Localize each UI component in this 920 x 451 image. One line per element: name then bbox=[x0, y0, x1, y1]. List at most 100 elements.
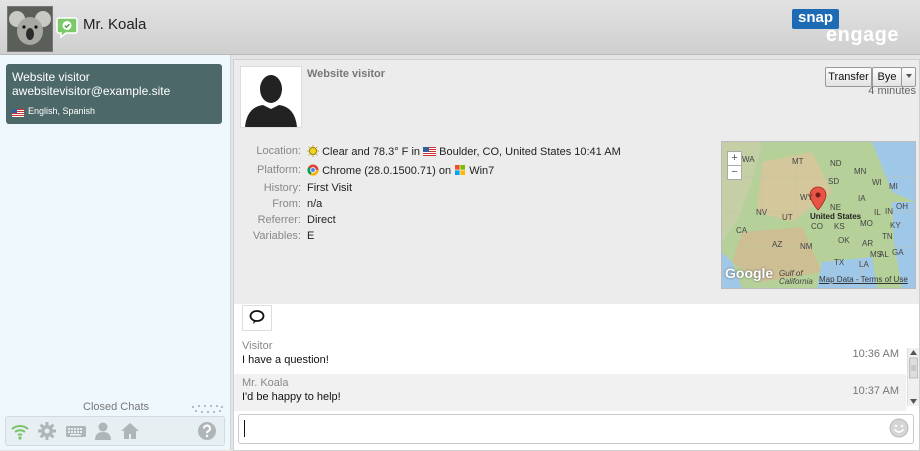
browser-text: Chrome (28.0.1500.71) on bbox=[322, 165, 452, 177]
help-icon[interactable] bbox=[197, 421, 217, 441]
state-label: MT bbox=[792, 157, 804, 166]
map-zoom-in-button[interactable]: + bbox=[727, 151, 742, 166]
message-author: Mr. Koala bbox=[242, 377, 289, 389]
map-zoom-out-button[interactable]: − bbox=[727, 165, 742, 180]
state-label: IL bbox=[874, 208, 881, 217]
person-icon[interactable] bbox=[93, 421, 113, 441]
transfer-button[interactable]: Transfer bbox=[825, 67, 872, 87]
visitor-info-panel: Website visitor Transfer Bye 4 minutes L… bbox=[234, 60, 919, 304]
message-text: I have a question! bbox=[242, 354, 329, 366]
brand-logo-engage: engage bbox=[826, 24, 900, 46]
state-label: AR bbox=[862, 239, 874, 248]
online-status-icon[interactable] bbox=[56, 16, 78, 39]
chat-message: Mr. Koala I'd be happy to help! 10:37 AM bbox=[234, 374, 906, 411]
chat-card-email: awebsitevisitor@example.site bbox=[12, 84, 171, 98]
state-label: LA bbox=[859, 260, 869, 269]
variables-value: E bbox=[307, 230, 315, 242]
message-time: 10:36 AM bbox=[852, 348, 899, 360]
text-caret bbox=[244, 420, 245, 437]
us-flag-icon bbox=[423, 147, 437, 159]
message-author: Visitor bbox=[242, 340, 273, 352]
chat-message: Visitor I have a question! 10:36 AM bbox=[234, 337, 906, 374]
state-label: OK bbox=[838, 236, 850, 245]
state-label: CO bbox=[811, 222, 823, 231]
variables-label: Variables: bbox=[252, 230, 301, 242]
state-label: MN bbox=[854, 167, 867, 176]
visitor-avatar bbox=[240, 66, 302, 128]
referrer-label: Referrer: bbox=[257, 214, 301, 226]
state-label: IA bbox=[858, 194, 866, 203]
state-label: CA bbox=[736, 226, 748, 235]
state-label: NV bbox=[756, 208, 768, 217]
us-flag-icon bbox=[12, 106, 24, 117]
map-gulf-label: Gulf of California bbox=[779, 269, 813, 286]
location-label: Location: bbox=[256, 145, 301, 157]
map-attribution: Map Data - Terms of Use bbox=[819, 275, 908, 284]
platform-label: Platform: bbox=[256, 164, 301, 176]
state-label: TX bbox=[834, 258, 845, 267]
map-data-link[interactable]: Map Data bbox=[819, 275, 854, 284]
speech-bubble-icon bbox=[249, 309, 265, 328]
state-label: WA bbox=[742, 155, 755, 164]
wifi-icon[interactable] bbox=[10, 421, 30, 441]
state-label: OH bbox=[896, 202, 908, 211]
state-label: AL bbox=[879, 250, 889, 259]
home-icon[interactable] bbox=[120, 421, 140, 441]
state-label: SD bbox=[828, 177, 840, 186]
state-label: UT bbox=[782, 213, 793, 222]
location-place: Boulder, CO, United States 10:41 AM bbox=[439, 146, 621, 158]
chat-sidebar: Website visitor awebsitevisitor@example.… bbox=[0, 55, 231, 450]
message-text: I'd be happy to help! bbox=[242, 391, 341, 403]
state-label: WI bbox=[872, 178, 882, 187]
message-input[interactable] bbox=[238, 414, 914, 444]
google-logo: Google bbox=[725, 265, 774, 281]
chat-card-languages: English, Spanish bbox=[28, 106, 96, 116]
sidebar-toolbar bbox=[5, 416, 225, 446]
top-header: Mr. Koala snap engage bbox=[0, 0, 920, 55]
referrer-value: Direct bbox=[307, 214, 336, 226]
messages-scrollbar[interactable] bbox=[907, 348, 919, 406]
state-label: IN bbox=[885, 207, 893, 216]
from-value: n/a bbox=[307, 198, 323, 210]
state-label: NE bbox=[830, 203, 842, 212]
location-value: Clear and 78.3° F in Boulder, CO, United… bbox=[307, 145, 621, 160]
chat-duration: 4 minutes bbox=[868, 85, 916, 97]
bye-button[interactable]: Bye bbox=[872, 67, 902, 87]
state-label: MO bbox=[860, 219, 873, 228]
keyboard-icon[interactable] bbox=[65, 421, 86, 441]
visitor-title: Website visitor bbox=[307, 68, 386, 80]
active-chat-card[interactable]: Website visitor awebsitevisitor@example.… bbox=[6, 64, 222, 124]
chat-card-title: Website visitor bbox=[12, 70, 90, 84]
platform-value: Chrome (28.0.1500.71) on Win7 bbox=[307, 164, 494, 179]
agent-name: Mr. Koala bbox=[83, 16, 147, 33]
state-label: KY bbox=[890, 221, 901, 230]
from-label: From: bbox=[272, 198, 301, 210]
state-label: ND bbox=[830, 159, 842, 168]
chevron-down-icon bbox=[905, 71, 913, 83]
os-text: Win7 bbox=[469, 165, 495, 177]
message-time: 10:37 AM bbox=[852, 385, 899, 397]
more-options-button[interactable] bbox=[901, 67, 916, 87]
weather-text: Clear and 78.3° F in bbox=[322, 146, 421, 158]
sun-icon bbox=[307, 145, 319, 160]
windows-icon bbox=[454, 164, 466, 179]
chat-toggle-button[interactable] bbox=[242, 305, 272, 331]
chrome-icon bbox=[307, 164, 319, 179]
history-value: First Visit bbox=[307, 182, 353, 194]
resize-dots-icon[interactable] bbox=[190, 403, 224, 415]
agent-avatar[interactable] bbox=[7, 6, 53, 52]
state-label: TN bbox=[882, 232, 893, 241]
map-country-label: United States bbox=[810, 212, 862, 221]
history-label: History: bbox=[263, 182, 301, 194]
state-label: GA bbox=[892, 248, 904, 257]
terms-of-use-link[interactable]: Terms of Use bbox=[861, 275, 908, 284]
state-label: AZ bbox=[772, 240, 783, 249]
state-label: NM bbox=[800, 242, 813, 251]
state-label: KS bbox=[834, 222, 845, 231]
closed-chats-label[interactable]: Closed Chats bbox=[83, 401, 149, 413]
state-label: MI bbox=[889, 182, 898, 191]
visitor-location-map[interactable]: + − WA MT ND MN WI MI SD WY IA NE NV UT … bbox=[721, 141, 916, 289]
smiley-icon[interactable] bbox=[889, 418, 909, 438]
state-label: WY bbox=[800, 193, 813, 202]
gear-icon[interactable] bbox=[37, 421, 57, 441]
